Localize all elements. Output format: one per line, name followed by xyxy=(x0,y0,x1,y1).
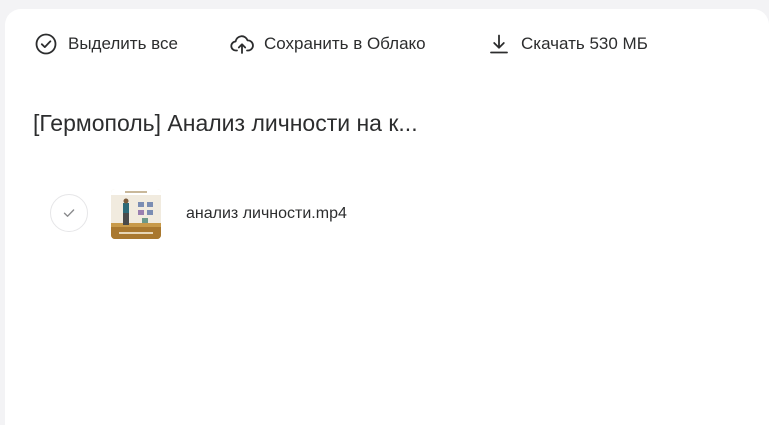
save-to-cloud-button[interactable]: Сохранить в Облако xyxy=(230,31,426,57)
download-icon xyxy=(487,32,511,56)
select-all-button[interactable]: Выделить все xyxy=(34,31,178,57)
select-all-label: Выделить все xyxy=(68,34,178,53)
file-name[interactable]: анализ личности.mp4 xyxy=(186,205,347,223)
cloud-upload-icon xyxy=(230,32,254,56)
save-to-cloud-label: Сохранить в Облако xyxy=(264,34,426,53)
file-share-panel: Выделить все Сохранить в Облако Скачать … xyxy=(5,9,769,425)
checkmark-icon xyxy=(63,209,75,217)
check-circle-icon xyxy=(34,32,58,56)
download-label: Скачать 530 МБ xyxy=(521,34,648,53)
folder-title: [Гермополь] Анализ личности на к... xyxy=(33,110,418,136)
file-select-checkbox[interactable] xyxy=(50,194,88,232)
video-thumbnail[interactable] xyxy=(111,189,161,239)
file-row[interactable]: анализ личности.mp4 xyxy=(50,187,650,241)
download-button[interactable]: Скачать 530 МБ xyxy=(487,31,648,57)
